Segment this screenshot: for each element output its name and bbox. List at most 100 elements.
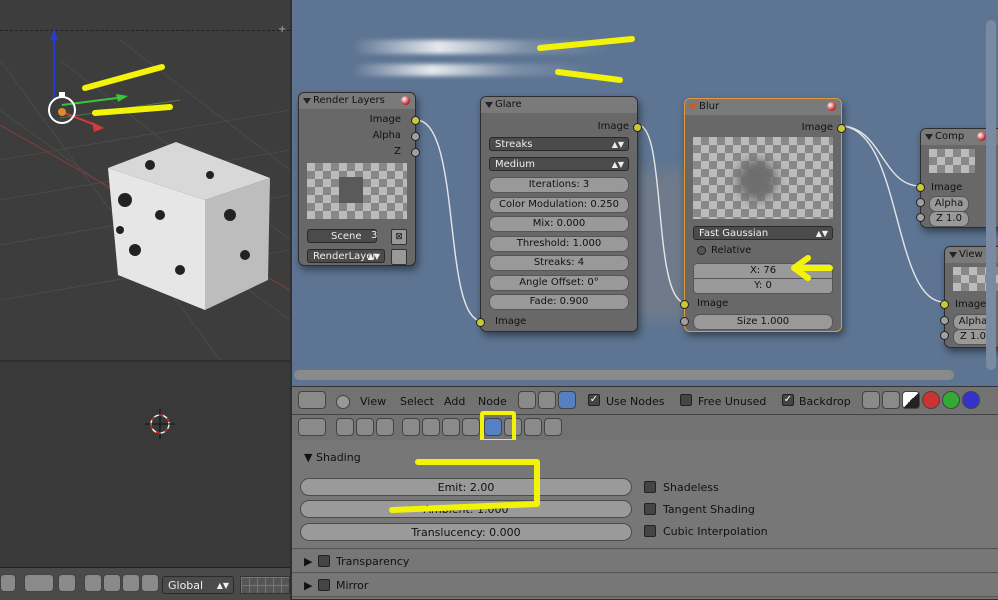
scene-clear-icon[interactable]: ⊠: [391, 229, 407, 245]
transform-icon[interactable]: [141, 574, 159, 592]
properties-panel[interactable]: ▼ Shading Emit: 2.00 Ambient: 1.000 Tran…: [292, 440, 998, 599]
viewport-header: Global ▲▼: [0, 567, 290, 600]
red-channel-icon[interactable]: [922, 391, 940, 409]
menu-view[interactable]: View: [360, 395, 386, 408]
relative-radio[interactable]: [697, 246, 706, 255]
output-z-socket[interactable]: [411, 148, 420, 157]
tangent-shading-checkbox[interactable]: [644, 503, 656, 515]
compositing-nodes-icon[interactable]: [538, 391, 556, 409]
3d-viewport[interactable]: +: [0, 0, 290, 360]
composite-z-socket[interactable]: [916, 213, 925, 222]
glare-type-dropdown[interactable]: Streaks ▲▼: [489, 137, 629, 151]
menu-node[interactable]: Node: [478, 395, 507, 408]
scene-tab-icon[interactable]: [356, 418, 374, 436]
color-modulation-field[interactable]: Color Modulation: 0.250: [489, 197, 629, 213]
blue-channel-icon[interactable]: [962, 391, 980, 409]
menu-add[interactable]: Add: [444, 395, 465, 408]
blur-output-socket[interactable]: [837, 124, 846, 133]
collapse-menu-icon[interactable]: [336, 395, 350, 409]
shadeless-checkbox[interactable]: [644, 481, 656, 493]
mode-dropdown[interactable]: [0, 574, 16, 592]
blur-size-field[interactable]: Size 1.000: [693, 314, 833, 330]
constraints-tab-icon[interactable]: [422, 418, 440, 436]
viewer-input-image-socket[interactable]: [940, 300, 949, 309]
backdrop-color-icon[interactable]: [862, 391, 880, 409]
mix-field[interactable]: Mix: 0.000: [489, 216, 629, 232]
shading-panel-arrow-icon[interactable]: ▼: [304, 451, 312, 464]
manipulator-toggle-icon[interactable]: [58, 574, 76, 592]
glare-input-socket[interactable]: [476, 318, 485, 327]
render-icon[interactable]: [391, 249, 407, 265]
transparency-panel-title[interactable]: Transparency: [336, 555, 409, 568]
rotate-icon[interactable]: [103, 574, 121, 592]
composite-alpha-socket[interactable]: [916, 198, 925, 207]
output-image-socket[interactable]: [411, 116, 420, 125]
blur-x-field[interactable]: X: 76: [693, 263, 833, 279]
green-channel-icon[interactable]: [942, 391, 960, 409]
vertical-scrollbar[interactable]: [986, 20, 996, 370]
composite-input-image-socket[interactable]: [916, 183, 925, 192]
node-preview-icon[interactable]: [827, 102, 836, 111]
render-layers-node[interactable]: Render Layers Image Alpha Z Scene 3 ⊠ Re…: [298, 92, 420, 266]
angle-offset-field[interactable]: Angle Offset: 0°: [489, 275, 629, 291]
mirror-panel-title[interactable]: Mirror: [336, 579, 368, 592]
particles-tab-icon[interactable]: [524, 418, 542, 436]
3d-viewport-lower[interactable]: [0, 362, 290, 567]
shading-panel-title[interactable]: Shading: [316, 451, 361, 464]
world-tab-icon[interactable]: [376, 418, 394, 436]
menu-select[interactable]: Select: [400, 395, 434, 408]
streaks-field[interactable]: Streaks: 4: [489, 255, 629, 271]
translucency-field[interactable]: Translucency: 0.000: [300, 523, 632, 541]
layers-grid[interactable]: [240, 576, 290, 594]
blur-node[interactable]: Blur Image Fast Gaussian ▲▼ Relative X: 7…: [680, 98, 846, 332]
orientation-dropdown[interactable]: Global ▲▼: [162, 576, 234, 594]
glare-node[interactable]: Glare Image Streaks ▲▼ Medium ▲▼ Iteration…: [476, 96, 642, 332]
ambient-field[interactable]: Ambient: 1.000: [300, 500, 632, 518]
node-preview-icon[interactable]: [401, 96, 410, 105]
pivot-dropdown[interactable]: [24, 574, 54, 592]
node-preview-icon[interactable]: [977, 132, 986, 141]
viewer-z-socket[interactable]: [940, 331, 949, 340]
object-tab-icon[interactable]: [402, 418, 420, 436]
transparency-arrow-icon[interactable]: ▶: [304, 555, 312, 568]
free-unused-checkbox[interactable]: [680, 394, 692, 406]
modifiers-tab-icon[interactable]: [442, 418, 460, 436]
node-editor[interactable]: Render Layers Image Alpha Z Scene 3 ⊠ Re…: [292, 0, 998, 386]
translate-icon[interactable]: [84, 574, 102, 592]
corner-add-icon[interactable]: +: [278, 24, 288, 35]
composite-alpha-field[interactable]: Alpha: [929, 196, 969, 212]
backdrop-checkbox[interactable]: ✓: [782, 394, 794, 406]
data-tab-icon[interactable]: [462, 418, 480, 436]
viewer-alpha-socket[interactable]: [940, 316, 949, 325]
scene-selector[interactable]: Scene: [307, 229, 377, 243]
transparency-checkbox[interactable]: [318, 555, 330, 567]
mirror-arrow-icon[interactable]: ▶: [304, 579, 312, 592]
output-alpha-socket[interactable]: [411, 132, 420, 141]
editor-type-dropdown[interactable]: [298, 391, 326, 409]
use-nodes-checkbox[interactable]: ✓: [588, 394, 600, 406]
backdrop-channel-icon[interactable]: [902, 391, 920, 409]
texture-nodes-icon[interactable]: [558, 391, 576, 409]
editor-type-dropdown[interactable]: [298, 418, 326, 436]
cubic-interpolation-checkbox[interactable]: [644, 525, 656, 537]
mirror-checkbox[interactable]: [318, 579, 330, 591]
shader-nodes-icon[interactable]: [518, 391, 536, 409]
glare-output-socket[interactable]: [633, 123, 642, 132]
blur-input-size-socket[interactable]: [680, 317, 689, 326]
blur-input-image-socket[interactable]: [680, 300, 689, 309]
backdrop-alpha-icon[interactable]: [882, 391, 900, 409]
scale-icon[interactable]: [122, 574, 140, 592]
glare-quality-dropdown[interactable]: Medium ▲▼: [489, 157, 629, 171]
emit-field[interactable]: Emit: 2.00: [300, 478, 632, 496]
horizontal-scrollbar[interactable]: [294, 370, 954, 380]
render-layer-dropdown[interactable]: RenderLayer ▲▼: [307, 249, 385, 263]
iterations-field[interactable]: Iterations: 3: [489, 177, 629, 193]
threshold-field[interactable]: Threshold: 1.000: [489, 236, 629, 252]
mirror-panel-header[interactable]: [292, 574, 998, 597]
physics-tab-icon[interactable]: [544, 418, 562, 436]
composite-z-field[interactable]: Z 1.0: [929, 211, 969, 227]
blur-y-field[interactable]: Y: 0: [693, 278, 833, 294]
render-tab-icon[interactable]: [336, 418, 354, 436]
filter-type-dropdown[interactable]: Fast Gaussian ▲▼: [693, 226, 833, 240]
fade-field[interactable]: Fade: 0.900: [489, 294, 629, 310]
